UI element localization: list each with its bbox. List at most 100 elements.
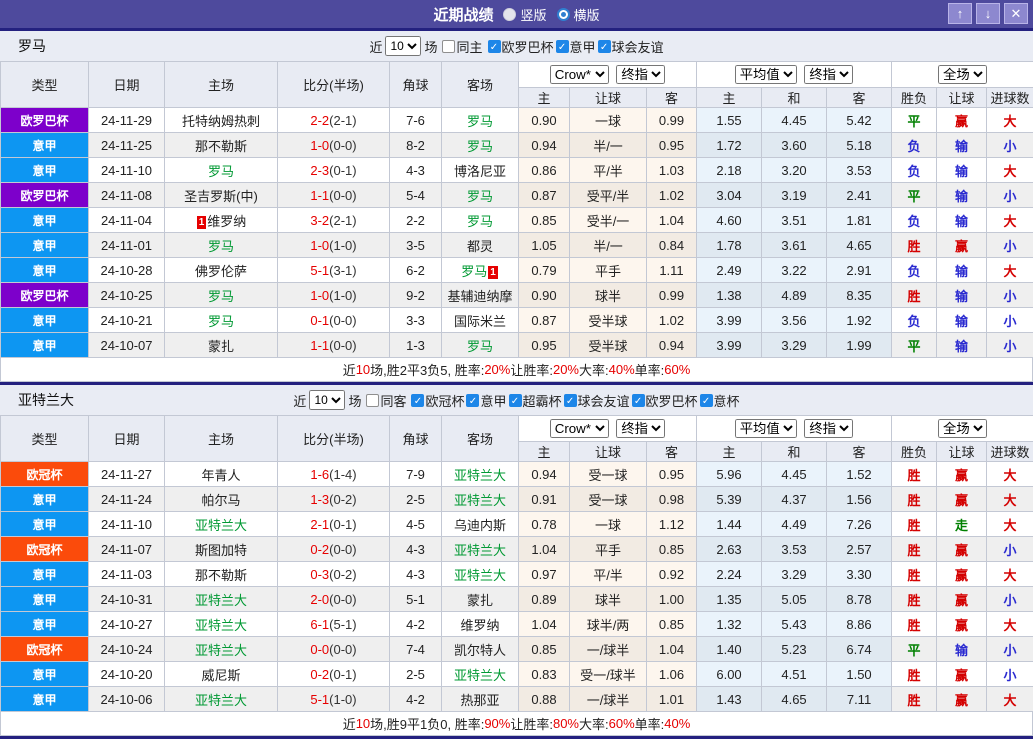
red-card-badge: 1 [197, 216, 207, 229]
odds-away: 1.00 [647, 587, 697, 612]
result-wdl: 负 [892, 133, 937, 158]
odds-home: 1.04 [519, 612, 570, 637]
same-venue-checkbox[interactable]: 同客 [366, 391, 406, 410]
league-filter-checkbox[interactable]: 欧罗巴杯 [632, 391, 698, 410]
match-row: 意甲24-10-31亚特兰大2-0(0-0)5-1蒙扎0.89球半1.001.3… [1, 587, 1033, 612]
corner-score: 5-4 [390, 183, 442, 208]
odds-source-select[interactable]: Crow* [550, 419, 609, 438]
match-row: 意甲24-11-25那不勒斯1-0(0-0)8-2罗马0.94半/一0.951.… [1, 133, 1033, 158]
avg-source-select[interactable]: 平均值 [735, 419, 797, 438]
league-filter-checkbox[interactable]: 球会友谊 [564, 391, 630, 410]
avg-home: 1.44 [697, 512, 762, 537]
games-count-select[interactable]: 10 [385, 36, 421, 56]
odds-time-select[interactable]: 终指 [616, 419, 665, 438]
odds-away: 1.04 [647, 637, 697, 662]
odds-handicap: 受半球 [570, 308, 647, 333]
checkbox-checked-icon[interactable] [564, 394, 577, 407]
result-wdl: 平 [892, 637, 937, 662]
summary-text: 大率: [579, 714, 609, 733]
col-avg-away: 客 [827, 442, 892, 462]
match-score: 1-6(1-4) [278, 462, 390, 487]
checkbox-checked-icon[interactable] [700, 394, 713, 407]
close-button[interactable]: ✕ [1004, 3, 1028, 24]
col-away: 客场 [442, 62, 519, 108]
result-goals: 大 [987, 612, 1033, 637]
odds-time-select[interactable]: 终指 [616, 65, 665, 84]
radio-unchecked-icon[interactable] [503, 8, 516, 21]
odds-away: 0.92 [647, 562, 697, 587]
result-wdl: 平 [892, 183, 937, 208]
checkbox-checked-icon[interactable] [411, 394, 424, 407]
same-venue-label: 同客 [380, 391, 406, 410]
checkbox-checked-icon[interactable] [509, 394, 522, 407]
avg-source-select[interactable]: 平均值 [735, 65, 797, 84]
filter-bar: 近 10 场 同客 欧冠杯意甲超霸杯球会友谊欧罗巴杯意杯 [293, 390, 739, 410]
match-date: 24-10-07 [89, 333, 165, 358]
league-filter-checkbox[interactable]: 欧冠杯 [411, 391, 464, 410]
layout-vertical-radio[interactable]: 竖版 [503, 5, 546, 24]
layout-horizontal-radio[interactable]: 横版 [557, 5, 600, 24]
col-score: 比分(半场) [278, 416, 390, 462]
result-goals: 小 [987, 662, 1033, 687]
checkbox-checked-icon[interactable] [632, 394, 645, 407]
radio-checked-icon[interactable] [557, 8, 570, 21]
match-row: 欧罗巴杯24-10-25罗马1-0(1-0)9-2基辅迪纳摩0.90球半0.99… [1, 283, 1033, 308]
same-venue-checkbox[interactable]: 同主 [442, 37, 482, 56]
odds-away: 1.03 [647, 158, 697, 183]
result-handicap: 输 [937, 333, 987, 358]
result-wdl: 胜 [892, 562, 937, 587]
match-score: 2-1(0-1) [278, 512, 390, 537]
corner-score: 3-5 [390, 233, 442, 258]
checkbox-unchecked-icon[interactable] [366, 394, 379, 407]
home-team: 1维罗纳 [165, 208, 278, 233]
summary-text: 单率: [635, 360, 665, 379]
result-goals: 大 [987, 687, 1033, 712]
home-team: 亚特兰大 [165, 637, 278, 662]
avg-away: 5.42 [827, 108, 892, 133]
match-score: 0-1(0-0) [278, 308, 390, 333]
result-goals: 大 [987, 487, 1033, 512]
odds-handicap: 平手 [570, 258, 647, 283]
league-filter-checkbox[interactable]: 意杯 [700, 391, 740, 410]
titlebar-buttons: ↑ ↓ ✕ [948, 3, 1028, 24]
league-filter-checkbox[interactable]: 意甲 [466, 391, 506, 410]
move-up-button[interactable]: ↑ [948, 3, 972, 24]
summary-text: 20% [553, 362, 579, 377]
odds-home: 0.86 [519, 158, 570, 183]
games-count-select[interactable]: 10 [309, 390, 345, 410]
checkbox-checked-icon[interactable] [466, 394, 479, 407]
col-date: 日期 [89, 416, 165, 462]
league-filter-checkbox[interactable]: 欧罗巴杯 [488, 37, 554, 56]
league-filter-checkbox[interactable]: 超霸杯 [509, 391, 562, 410]
odds-home: 0.87 [519, 308, 570, 333]
league-filter-checkbox[interactable]: 球会友谊 [598, 37, 664, 56]
home-team: 年青人 [165, 462, 278, 487]
avg-away: 1.92 [827, 308, 892, 333]
away-team: 亚特兰大 [442, 562, 519, 587]
match-row: 意甲24-11-01罗马1-0(1-0)3-5都灵1.05半/一0.841.78… [1, 233, 1033, 258]
league-badge: 欧冠杯 [1, 537, 89, 562]
away-team: 都灵 [442, 233, 519, 258]
result-handicap: 赢 [937, 462, 987, 487]
result-wdl: 胜 [892, 512, 937, 537]
avg-time-select[interactable]: 终指 [804, 65, 853, 84]
corner-score: 6-2 [390, 258, 442, 283]
move-down-button[interactable]: ↓ [976, 3, 1000, 24]
odds-source-select[interactable]: Crow* [550, 65, 609, 84]
odds-home: 1.04 [519, 537, 570, 562]
home-team: 那不勒斯 [165, 133, 278, 158]
record-summary: 近10场,胜2平3负5, 胜率:20% 让胜率:20% 大率:40% 单率:60… [0, 358, 1033, 382]
avg-draw: 3.53 [762, 537, 827, 562]
checkbox-unchecked-icon[interactable] [442, 40, 455, 53]
checkbox-checked-icon[interactable] [556, 40, 569, 53]
checkbox-checked-icon[interactable] [488, 40, 501, 53]
scope-select[interactable]: 全场 [938, 65, 987, 84]
result-handicap: 赢 [937, 687, 987, 712]
odds-home: 0.79 [519, 258, 570, 283]
checkbox-checked-icon[interactable] [598, 40, 611, 53]
avg-time-select[interactable]: 终指 [804, 419, 853, 438]
league-filter-checkbox[interactable]: 意甲 [556, 37, 596, 56]
odds-away: 0.85 [647, 537, 697, 562]
scope-select[interactable]: 全场 [938, 419, 987, 438]
away-team: 罗马1 [442, 258, 519, 283]
